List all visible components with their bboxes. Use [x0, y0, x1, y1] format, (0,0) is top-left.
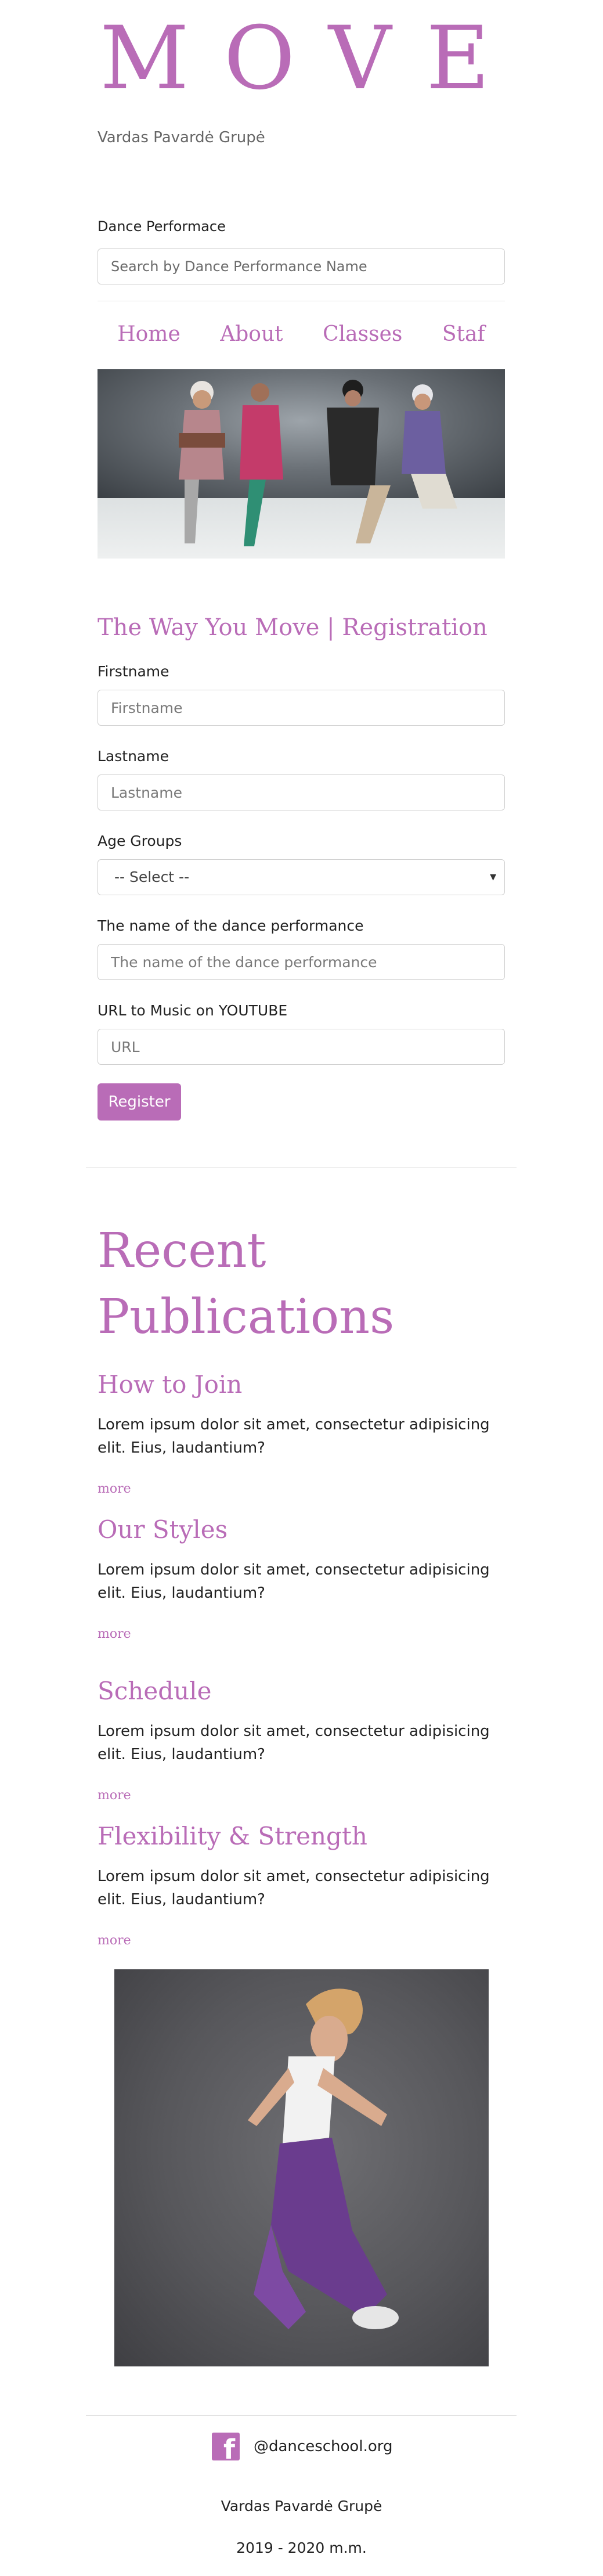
nav-staff[interactable]: Staf [442, 322, 485, 346]
main-nav: Home About Classes Staf [98, 322, 505, 346]
registration-title: The Way You Move | Registration [98, 614, 488, 641]
publication-title: How to Join [98, 1370, 243, 1399]
jumping-dancer-illustration [248, 1988, 399, 2329]
lastname-label: Lastname [98, 748, 169, 765]
publication-more-link[interactable]: more [98, 1627, 131, 1641]
dancer-photo [114, 1969, 489, 2366]
social-link[interactable]: f @danceschool.org [212, 2433, 393, 2463]
publication-title: Schedule [98, 1677, 212, 1705]
chevron-down-icon: ▼ [490, 873, 496, 882]
site-tagline: Vardas Pavardė Grupė [98, 129, 265, 146]
publication-more-link[interactable]: more [98, 1482, 131, 1496]
publication-text: Lorem ipsum dolor sit amet, consectetur … [98, 1868, 490, 1908]
site-logo: MOVE [100, 8, 525, 109]
firstname-label: Firstname [98, 663, 169, 680]
social-handle: @danceschool.org [254, 2438, 393, 2455]
publications-heading: Recent Publications [98, 1223, 395, 1345]
dancers-group-illustration [179, 380, 457, 546]
lastname-field[interactable] [98, 774, 505, 810]
age-groups-select[interactable]: -- Select -- ▼ [98, 859, 505, 895]
publication-text: Lorem ipsum dolor sit amet, consectetur … [98, 1561, 490, 1602]
hero-image [98, 369, 505, 559]
divider [86, 2415, 517, 2416]
firstname-field[interactable] [98, 690, 505, 726]
age-groups-label: Age Groups [98, 833, 182, 849]
publication-more-link[interactable]: more [98, 1788, 131, 1803]
footer-name: Vardas Pavardė Grupė [221, 2498, 382, 2514]
publication-text: Lorem ipsum dolor sit amet, consectetur … [98, 1416, 490, 1457]
publication-text: Lorem ipsum dolor sit amet, consectetur … [98, 1723, 490, 1763]
search-label: Dance Performace [98, 218, 226, 235]
register-button[interactable]: Register [98, 1083, 181, 1121]
performance-name-field[interactable] [98, 944, 505, 980]
nav-home[interactable]: Home [117, 322, 180, 346]
age-groups-selected-value: -- Select -- [114, 869, 190, 885]
nav-classes[interactable]: Classes [323, 322, 402, 346]
nav-about[interactable]: About [220, 322, 283, 346]
performance-name-label: The name of the dance performance [98, 917, 364, 934]
search-input[interactable] [98, 248, 505, 284]
publication-title: Flexibility & Strength [98, 1822, 367, 1850]
music-url-field[interactable] [98, 1029, 505, 1065]
facebook-icon: f [212, 2433, 240, 2463]
publication-more-link[interactable]: more [98, 1933, 131, 1948]
publication-title: Our Styles [98, 1515, 228, 1544]
music-url-label: URL to Music on YOUTUBE [98, 1002, 288, 1019]
footer-years: 2019 - 2020 m.m. [236, 2539, 367, 2556]
divider [86, 1167, 517, 1168]
